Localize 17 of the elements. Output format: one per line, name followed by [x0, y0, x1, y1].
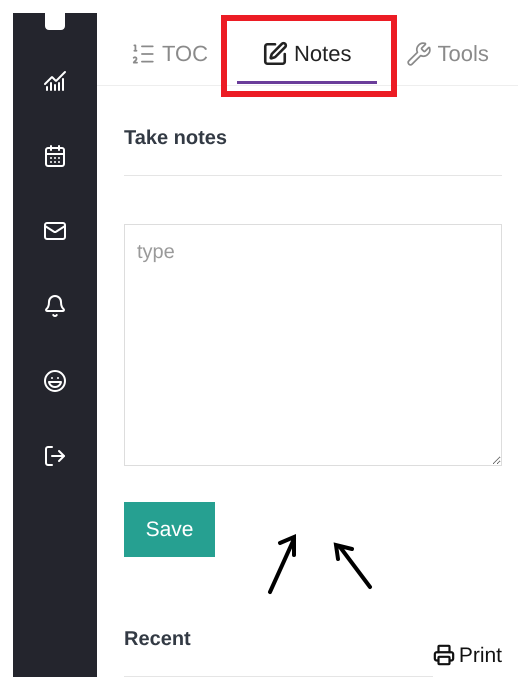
calendar-icon[interactable]	[43, 144, 67, 168]
smile-icon[interactable]	[43, 368, 67, 392]
tab[interactable]: Notes	[237, 26, 377, 84]
save-button[interactable]: Save	[124, 502, 215, 557]
wrench-icon	[406, 40, 432, 66]
tab[interactable]: TOC	[127, 26, 212, 84]
section-title: Take notes	[124, 126, 228, 151]
logout-icon[interactable]	[43, 444, 67, 468]
page-icon[interactable]	[45, 13, 65, 30]
print-button[interactable]: Print	[432, 640, 502, 671]
chart-icon[interactable]	[43, 68, 67, 92]
bell-icon[interactable]	[43, 294, 67, 318]
notes-field[interactable]: type	[124, 224, 502, 466]
section-title: Recent	[124, 627, 192, 652]
tab[interactable]: Tools	[402, 26, 492, 84]
edit-icon	[262, 40, 288, 66]
printer-icon	[432, 644, 455, 666]
